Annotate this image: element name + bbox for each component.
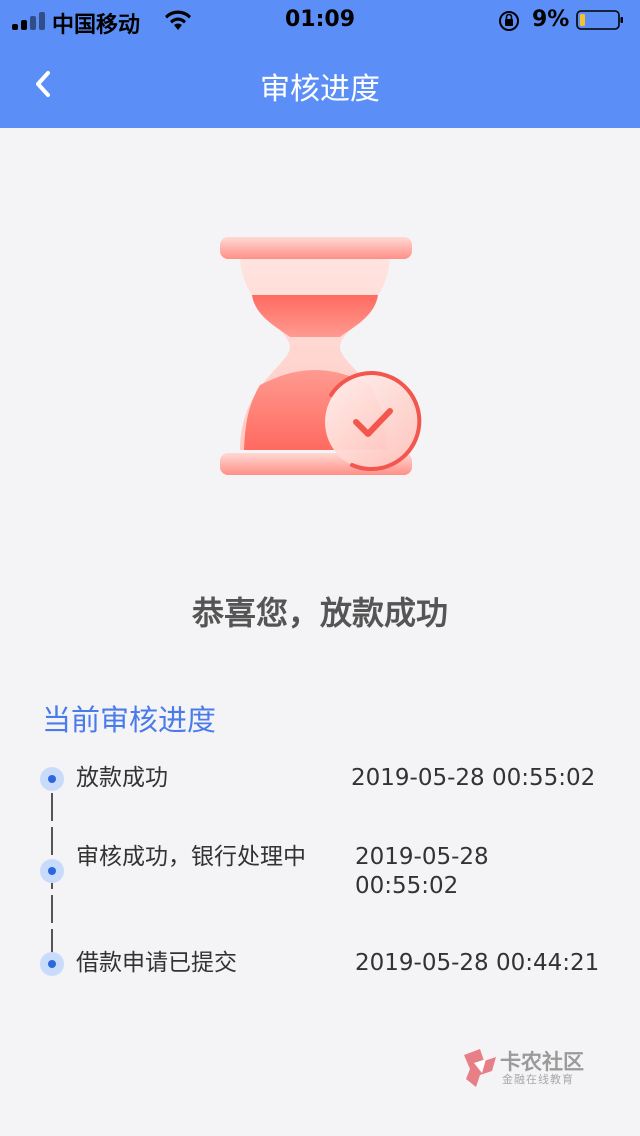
step-label: 借款申请已提交	[76, 950, 237, 976]
step-time: 2019-05-28 00:44:21	[355, 950, 600, 976]
navigation-bar: 审核进度	[0, 40, 640, 128]
success-message: 恭喜您，放款成功	[191, 594, 448, 632]
step-label: 审核成功，银行处理中	[76, 844, 306, 870]
timeline-dot	[40, 859, 64, 883]
timeline-dot	[40, 952, 64, 976]
rotation-lock-icon	[499, 11, 519, 31]
step-time: 2019-05-28 00:55:02	[351, 765, 596, 791]
step-time: 2019-05-28 00:55:02	[355, 844, 489, 899]
battery-icon	[576, 10, 623, 30]
watermark-tagline: 金融在线教育	[502, 1073, 574, 1086]
battery-percent: 9%	[532, 7, 570, 32]
status-bar: 中国移动 01:09 9%	[0, 0, 640, 40]
page-title: 审核进度	[260, 72, 380, 107]
step-label: 放款成功	[76, 765, 168, 791]
hourglass-check-icon	[220, 237, 422, 475]
timeline-dot	[40, 767, 64, 791]
progress-section-title: 当前审核进度	[42, 703, 217, 737]
